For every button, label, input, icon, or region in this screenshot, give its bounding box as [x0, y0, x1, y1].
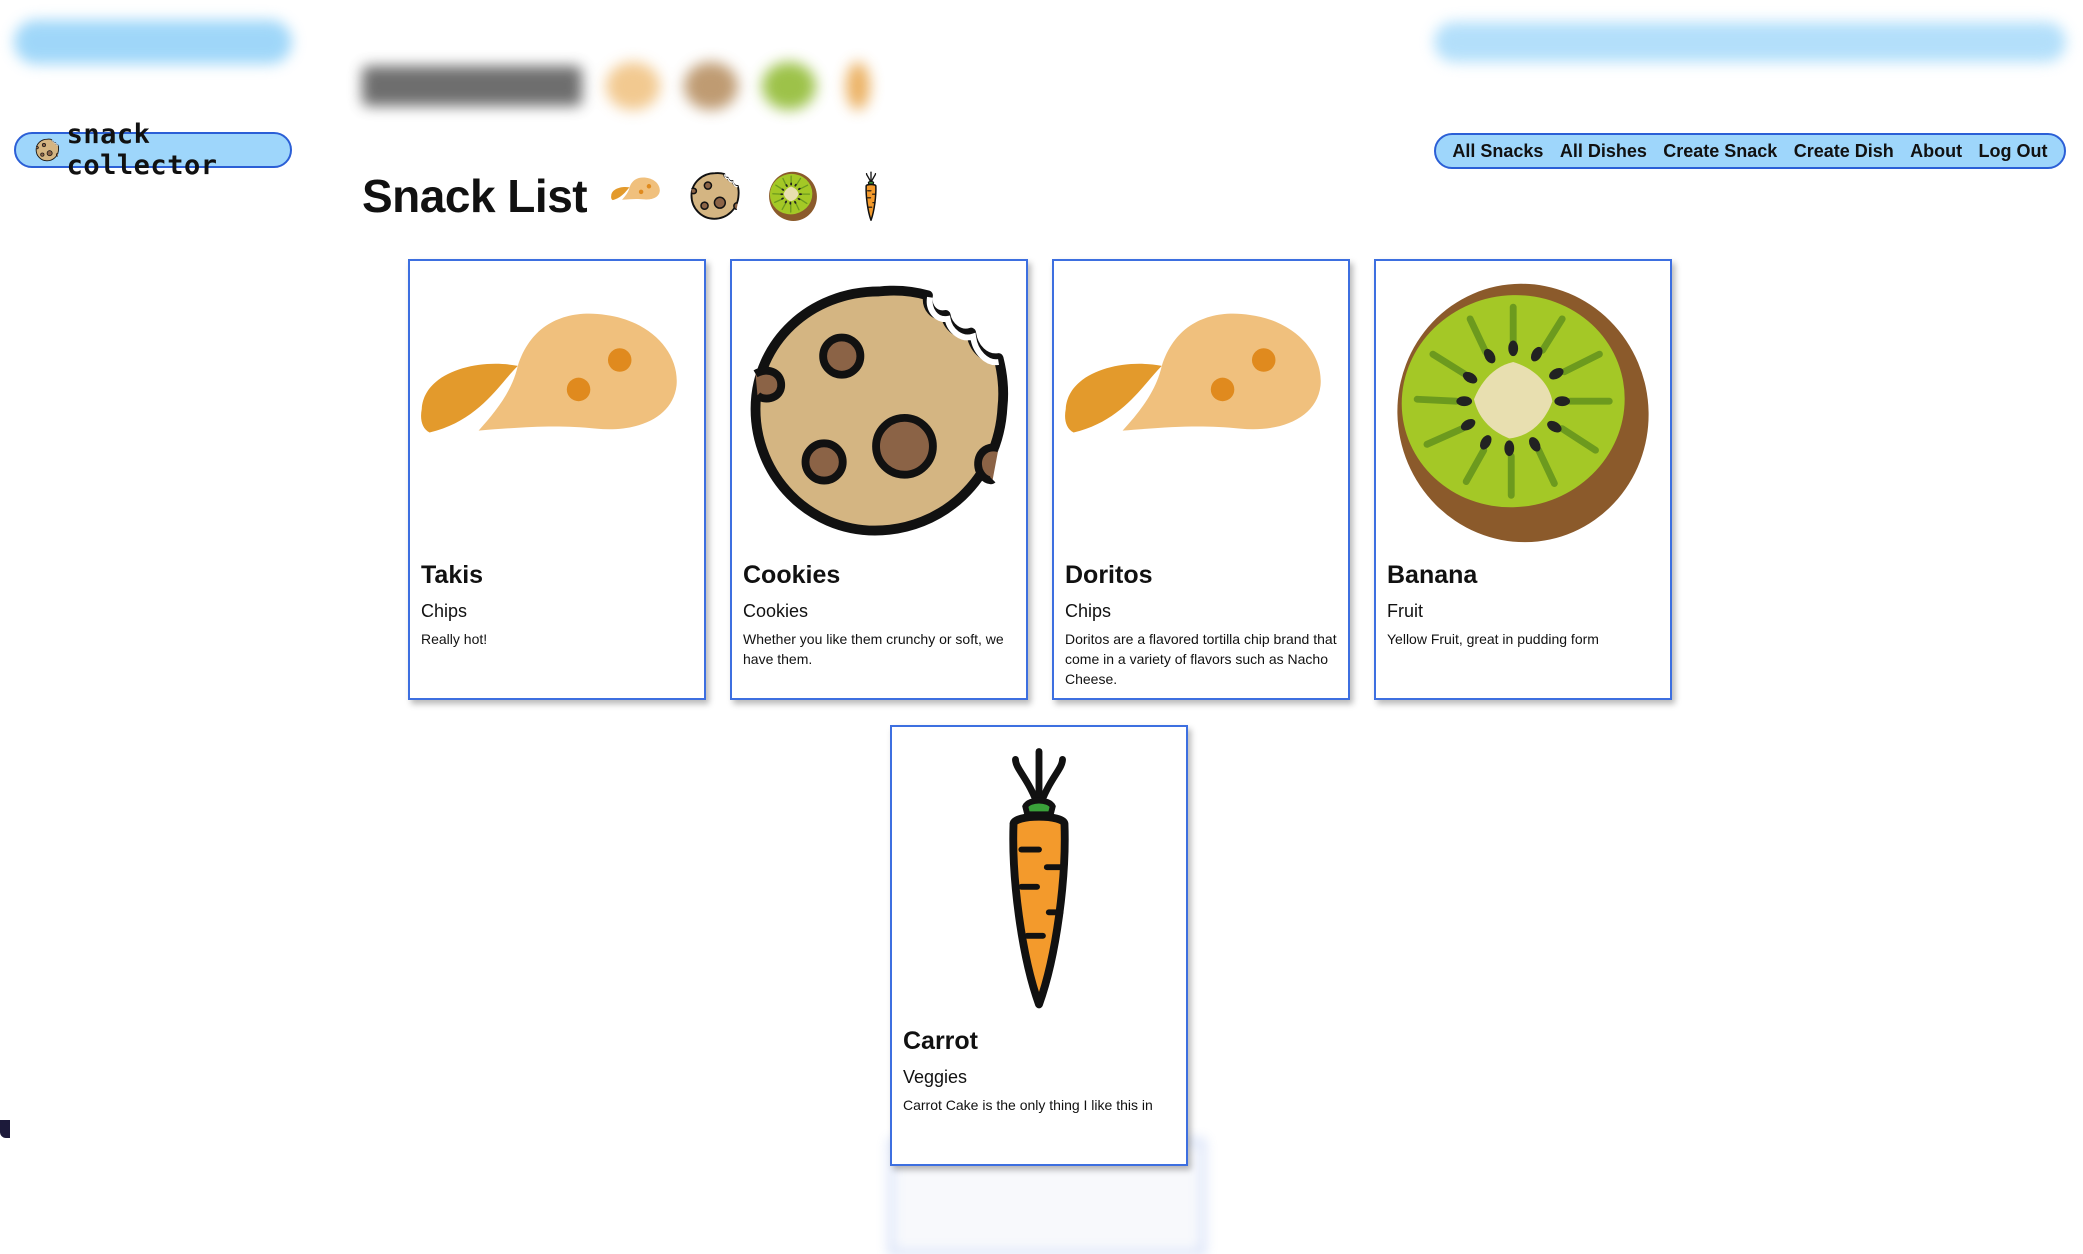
snack-card-banana[interactable]: Banana Fruit Yellow Fruit, great in pudd…: [1374, 259, 1672, 700]
nav-all-snacks[interactable]: All Snacks: [1452, 141, 1543, 162]
kiwi-icon: [765, 168, 821, 224]
snack-name: Takis: [421, 561, 484, 589]
title-icons: [609, 168, 921, 224]
app-logo-link[interactable]: snack collector: [14, 119, 292, 181]
nav-all-dishes[interactable]: All Dishes: [1560, 141, 1647, 162]
cookie-icon: [687, 168, 743, 224]
snack-card-cookies[interactable]: Cookies Cookies Whether you like them cr…: [730, 259, 1028, 700]
snack-description: Yellow Fruit, great in pudding form: [1387, 631, 1599, 647]
nav-log-out[interactable]: Log Out: [1979, 141, 2048, 162]
snack-description: Really hot!: [421, 631, 488, 647]
carrot-icon: [892, 727, 1186, 1027]
snack-name: Cookies: [743, 561, 841, 589]
window-corner: [0, 1120, 10, 1138]
snack-name: Doritos: [1065, 561, 1153, 589]
snack-name: Banana: [1387, 561, 1478, 589]
nav-create-dish[interactable]: Create Dish: [1794, 141, 1894, 162]
blurred-header-artifact: [0, 0, 2083, 110]
snack-type: Cookies: [743, 601, 809, 621]
snack-card-takis[interactable]: Takis Chips Really hot!: [408, 259, 706, 700]
page-heading: Snack List: [362, 168, 921, 224]
cookie-icon: [732, 261, 1026, 561]
nav-create-snack[interactable]: Create Snack: [1663, 141, 1777, 162]
snack-description: Whether you like them crunchy or soft, w…: [743, 631, 1004, 667]
kiwi-icon: [1376, 261, 1670, 561]
snack-type: Fruit: [1387, 601, 1423, 621]
cookie-icon: [34, 135, 61, 165]
main-nav: All Snacks All Dishes Create Snack Creat…: [1434, 133, 2066, 169]
chip-icon: [609, 168, 665, 224]
snack-description: Carrot Cake is the only thing I like thi…: [903, 1097, 1153, 1113]
nav-about[interactable]: About: [1910, 141, 1962, 162]
chip-icon: [410, 261, 704, 561]
carrot-icon: [843, 168, 899, 224]
snack-type: Veggies: [903, 1067, 968, 1087]
snack-description: Doritos are a flavored tortilla chip bra…: [1065, 631, 1337, 687]
snack-name: Carrot: [903, 1027, 979, 1055]
snack-type: Chips: [1065, 601, 1112, 621]
page-title: Snack List: [362, 170, 588, 222]
snack-type: Chips: [421, 601, 468, 621]
app-name: snack collector: [66, 119, 218, 181]
chip-icon: [1054, 261, 1348, 561]
snack-card-carrot[interactable]: Carrot Veggies Carrot Cake is the only t…: [890, 725, 1188, 1166]
snack-card-doritos[interactable]: Doritos Chips Doritos are a flavored tor…: [1052, 259, 1350, 700]
